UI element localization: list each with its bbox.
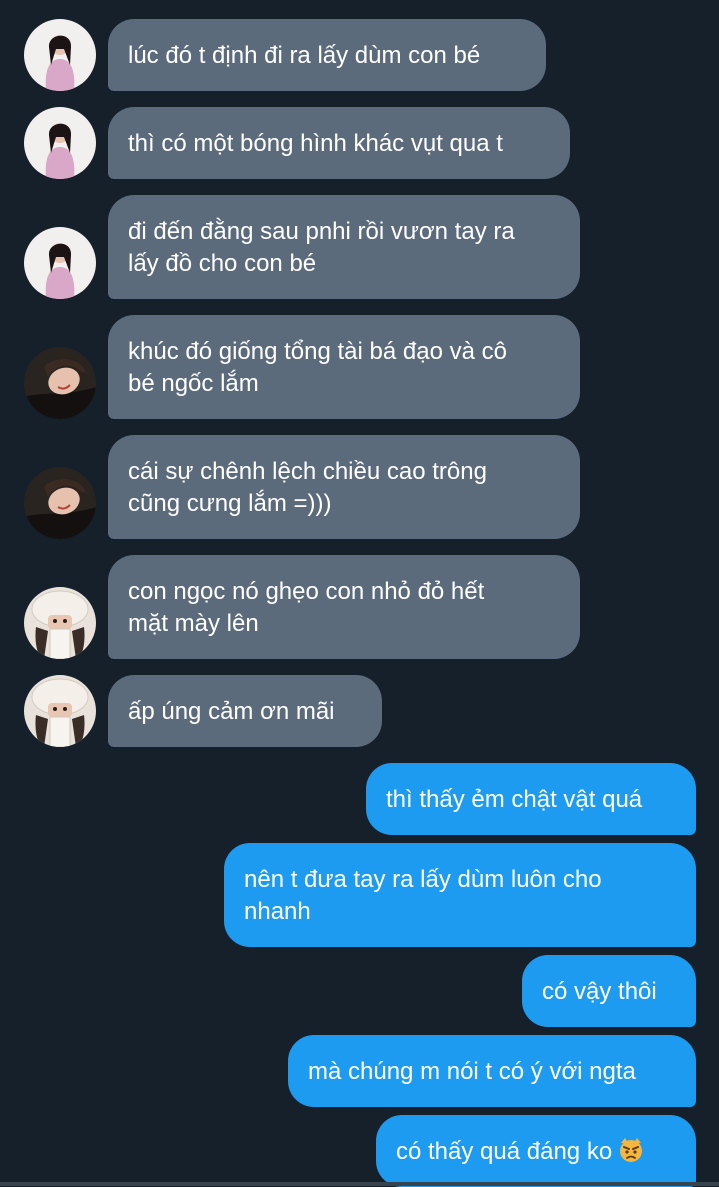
profile-photo-icon	[24, 107, 96, 179]
profile-photo-icon	[24, 467, 96, 539]
divider	[0, 1182, 719, 1186]
message-bubble[interactable]: khúc đó giống tổng tài bá đạo và cô bé n…	[108, 315, 580, 419]
message-text: đi đến đằng sau pnhi rồi vươn tay ra	[128, 218, 515, 245]
message-bubble[interactable]: nên t đưa tay ra lấy dùm luôn cho nhanh	[224, 843, 696, 947]
message-bubble[interactable]: thì thấy ẻm chật vật quá	[366, 763, 696, 835]
profile-photo-icon	[24, 347, 96, 419]
message-text: thì có một bóng hình khác vụt qua t	[128, 130, 503, 157]
message-text: nên t đưa tay ra lấy dùm luôn cho	[244, 866, 602, 893]
message-bubble[interactable]: có thấy quá đáng ko	[376, 1115, 696, 1187]
message-bubble[interactable]: con ngọc nó ghẹo con nhỏ đỏ hết mặt mày …	[108, 555, 580, 659]
message-text: bé ngốc lắm	[128, 370, 259, 397]
message-text: mà chúng m nói t có ý với ngta	[308, 1058, 636, 1085]
message-text: thì thấy ẻm chật vật quá	[386, 786, 643, 813]
avatar[interactable]	[24, 19, 96, 91]
conversation-thread: lúc đó t định đi ra lấy dùm con bé thì c…	[0, 0, 719, 1187]
avatar[interactable]	[24, 107, 96, 179]
message-text: lấy đồ cho con bé	[128, 250, 317, 277]
message-text: con ngọc nó ghẹo con nhỏ đỏ hết	[128, 578, 485, 605]
message-bubble[interactable]: lúc đó t định đi ra lấy dùm con bé	[108, 19, 546, 91]
avatar[interactable]	[24, 675, 96, 747]
profile-photo-icon	[24, 587, 96, 659]
avatar[interactable]	[24, 347, 96, 419]
message-text: có vậy thôi	[542, 978, 657, 1005]
avatar[interactable]	[24, 227, 96, 299]
message-bubble[interactable]: thì có một bóng hình khác vụt qua t	[108, 107, 570, 179]
message-bubble[interactable]: có vậy thôi	[522, 955, 696, 1027]
message-text: nhanh	[244, 898, 311, 925]
message-bubble[interactable]: ấp úng cảm ơn mãi	[108, 675, 382, 747]
message-bubble[interactable]: cái sự chênh lệch chiều cao trông cũng c…	[108, 435, 580, 539]
angry-cat-icon	[620, 1138, 643, 1162]
message-text: cũng cưng lắm =)))	[128, 490, 332, 517]
avatar[interactable]	[24, 587, 96, 659]
message-text: lúc đó t định đi ra lấy dùm con bé	[128, 42, 481, 69]
message-text: cái sự chênh lệch chiều cao trông	[128, 458, 487, 485]
message-bubble[interactable]: mà chúng m nói t có ý với ngta	[288, 1035, 696, 1107]
message-text: khúc đó giống tổng tài bá đạo và cô	[128, 338, 507, 365]
profile-photo-icon	[24, 227, 96, 299]
profile-photo-icon	[24, 675, 96, 747]
message-text: có thấy quá đáng ko	[396, 1138, 613, 1165]
message-text-line: có thấy quá đáng ko	[396, 1136, 676, 1168]
message-text: mặt mày lên	[128, 610, 259, 637]
avatar[interactable]	[24, 467, 96, 539]
profile-photo-icon	[24, 19, 96, 91]
message-bubble[interactable]: đi đến đằng sau pnhi rồi vươn tay ra lấy…	[108, 195, 580, 299]
message-text: ấp úng cảm ơn mãi	[128, 698, 335, 725]
